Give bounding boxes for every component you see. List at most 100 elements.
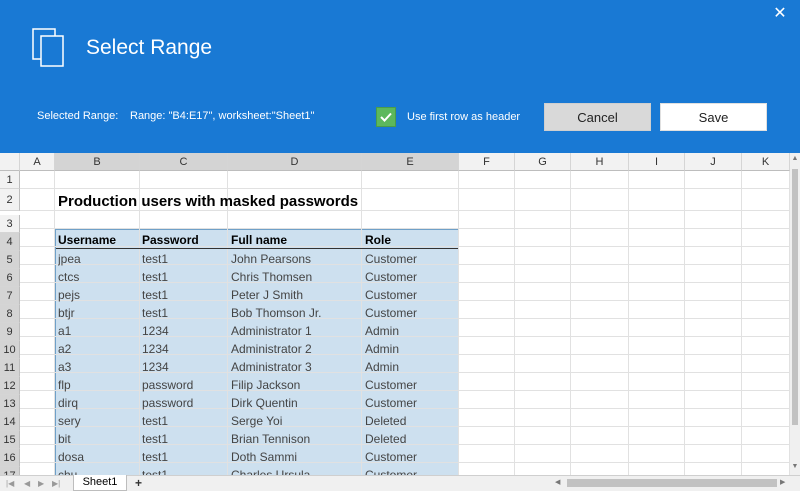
row-header-8[interactable]: 8 [0, 305, 20, 323]
table-cell[interactable]: Bob Thomson Jr. [231, 306, 322, 320]
first-row-header-checkbox[interactable] [376, 107, 396, 127]
vertical-scroll-thumb[interactable] [792, 169, 798, 425]
table-cell[interactable]: Serge Yoi [231, 414, 282, 428]
table-cell[interactable]: a2 [58, 342, 71, 356]
table-cell[interactable]: a1 [58, 324, 71, 338]
table-cell[interactable]: Customer [365, 468, 417, 475]
scroll-up-icon[interactable]: ▲ [790, 153, 800, 165]
table-cell[interactable]: Customer [365, 252, 417, 266]
table-header-cell[interactable]: Username [58, 233, 116, 247]
close-icon[interactable]: ✕ [770, 4, 790, 24]
table-cell[interactable]: Dirk Quentin [231, 396, 298, 410]
table-cell[interactable]: Admin [365, 360, 399, 374]
column-header-c[interactable]: C [140, 153, 228, 171]
table-cell[interactable]: Administrator 3 [231, 360, 312, 374]
row-header-14[interactable]: 14 [0, 413, 20, 431]
table-cell[interactable]: dosa [58, 450, 84, 464]
table-cell[interactable]: Admin [365, 342, 399, 356]
table-cell[interactable]: Admin [365, 324, 399, 338]
row-header-4[interactable]: 4 [0, 233, 20, 251]
column-header-b[interactable]: B [55, 153, 140, 171]
table-cell[interactable]: Doth Sammi [231, 450, 297, 464]
column-header-f[interactable]: F [459, 153, 515, 171]
table-cell[interactable]: Customer [365, 288, 417, 302]
table-cell[interactable]: pejs [58, 288, 80, 302]
table-cell[interactable]: Brian Tennison [231, 432, 310, 446]
first-sheet-icon[interactable]: |◀ [6, 477, 14, 491]
table-cell[interactable]: test1 [142, 252, 168, 266]
select-all-corner[interactable] [0, 153, 20, 171]
row-header-15[interactable]: 15 [0, 431, 20, 449]
table-cell[interactable]: ctcs [58, 270, 79, 284]
column-header-e[interactable]: E [362, 153, 459, 171]
table-cell[interactable]: John Pearsons [231, 252, 311, 266]
table-cell[interactable]: password [142, 378, 193, 392]
row-header-1[interactable]: 1 [0, 171, 20, 189]
scroll-right-icon[interactable]: ▶ [780, 477, 785, 489]
table-cell[interactable]: a3 [58, 360, 71, 374]
table-cell[interactable]: Customer [365, 378, 417, 392]
table-cell[interactable]: Customer [365, 396, 417, 410]
table-cell[interactable]: 1234 [142, 360, 169, 374]
row-header-7[interactable]: 7 [0, 287, 20, 305]
table-cell[interactable]: test1 [142, 432, 168, 446]
row-header-11[interactable]: 11 [0, 359, 20, 377]
table-cell[interactable]: Deleted [365, 432, 406, 446]
table-cell[interactable]: Deleted [365, 414, 406, 428]
table-header-cell[interactable]: Password [142, 233, 199, 247]
table-cell[interactable]: test1 [142, 450, 168, 464]
table-cell[interactable]: Customer [365, 306, 417, 320]
table-cell[interactable]: 1234 [142, 342, 169, 356]
table-cell[interactable]: Peter J Smith [231, 288, 303, 302]
row-header-3[interactable]: 3 [0, 215, 20, 233]
row-header-2[interactable]: 2 [0, 189, 20, 211]
table-cell[interactable]: test1 [142, 306, 168, 320]
scroll-down-icon[interactable]: ▼ [790, 461, 800, 473]
row-header-16[interactable]: 16 [0, 449, 20, 467]
row-header-10[interactable]: 10 [0, 341, 20, 359]
sheet-title-cell[interactable]: Production users with masked passwords [58, 193, 358, 210]
row-header-13[interactable]: 13 [0, 395, 20, 413]
table-cell[interactable]: test1 [142, 414, 168, 428]
last-sheet-icon[interactable]: ▶| [52, 477, 60, 491]
table-cell[interactable]: chu [58, 468, 77, 475]
row-header-12[interactable]: 12 [0, 377, 20, 395]
table-cell[interactable]: test1 [142, 288, 168, 302]
column-header-d[interactable]: D [228, 153, 362, 171]
table-cell[interactable]: Customer [365, 450, 417, 464]
column-header-g[interactable]: G [515, 153, 571, 171]
save-button[interactable]: Save [660, 103, 767, 131]
table-cell[interactable]: 1234 [142, 324, 169, 338]
next-sheet-icon[interactable]: ▶ [38, 477, 44, 491]
row-header-6[interactable]: 6 [0, 269, 20, 287]
table-cell[interactable]: Filip Jackson [231, 378, 300, 392]
table-cell[interactable]: btjr [58, 306, 75, 320]
table-cell[interactable]: test1 [142, 468, 168, 475]
table-cell[interactable]: test1 [142, 270, 168, 284]
column-header-a[interactable]: A [20, 153, 55, 171]
table-cell[interactable]: Chris Thomsen [231, 270, 312, 284]
sheet-tab-sheet1[interactable]: Sheet1 [73, 475, 127, 491]
table-header-cell[interactable]: Role [365, 233, 391, 247]
table-cell[interactable]: sery [58, 414, 81, 428]
row-header-9[interactable]: 9 [0, 323, 20, 341]
vertical-scrollbar[interactable]: ▲ ▼ [790, 153, 800, 475]
horizontal-scroll-thumb[interactable] [567, 479, 777, 487]
table-cell[interactable]: Customer [365, 270, 417, 284]
table-cell[interactable]: Charles Ursula [231, 468, 310, 475]
prev-sheet-icon[interactable]: ◀ [24, 477, 30, 491]
row-header-5[interactable]: 5 [0, 251, 20, 269]
scroll-left-icon[interactable]: ◀ [555, 477, 560, 489]
column-header-j[interactable]: J [685, 153, 742, 171]
table-cell[interactable]: dirq [58, 396, 78, 410]
table-cell[interactable]: bit [58, 432, 71, 446]
row-header-17[interactable]: 17 [0, 467, 20, 475]
column-header-k[interactable]: K [742, 153, 790, 171]
add-sheet-icon[interactable]: + [135, 476, 142, 490]
table-cell[interactable]: Administrator 2 [231, 342, 312, 356]
table-cell[interactable]: Administrator 1 [231, 324, 312, 338]
table-cell[interactable]: jpea [58, 252, 81, 266]
first-row-header-label[interactable]: Use first row as header [407, 111, 520, 123]
column-header-i[interactable]: I [629, 153, 685, 171]
spreadsheet-grid[interactable]: ABCDEFGHIJK1234567891011121314151617Prod… [0, 153, 790, 475]
